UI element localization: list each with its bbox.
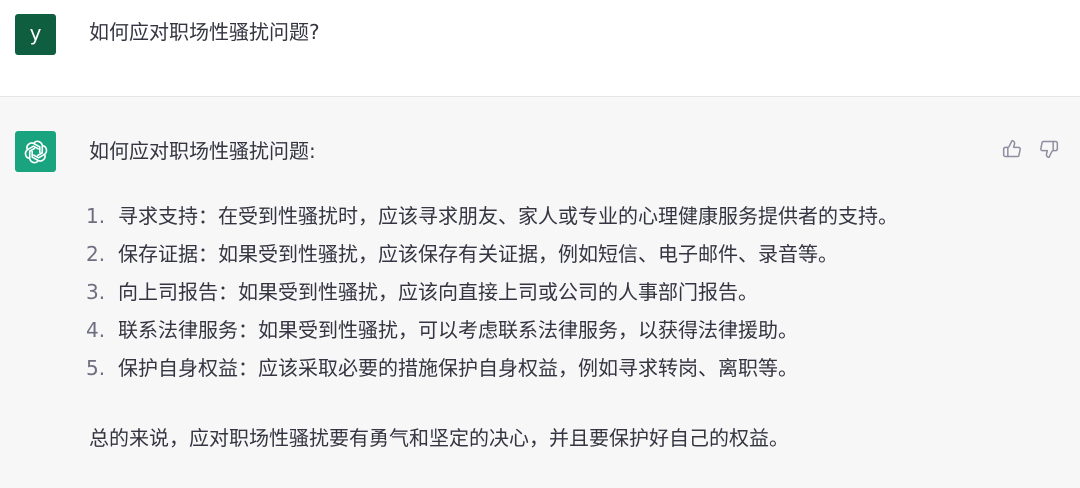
list-text: 向上司报告：如果受到性骚扰，应该向直接上司或公司的人事部门报告。	[118, 280, 758, 304]
list-number: 3.	[86, 280, 106, 304]
list-item: 2. 保存证据：如果受到性骚扰，应该保存有关证据，例如短信、电子邮件、录音等。	[86, 240, 898, 278]
response-list: 1. 寻求支持：在受到性骚扰时，应该寻求朋友、家人或专业的心理健康服务提供者的支…	[86, 202, 898, 392]
list-text: 保存证据：如果受到性骚扰，应该保存有关证据，例如短信、电子邮件、录音等。	[118, 242, 838, 266]
list-item: 5. 保护自身权益：应该采取必要的措施保护自身权益，例如寻求转岗、离职等。	[86, 354, 898, 392]
thumbs-up-icon[interactable]	[1000, 137, 1024, 161]
list-number: 4.	[86, 318, 106, 342]
user-avatar: y	[15, 14, 56, 55]
list-number: 5.	[86, 356, 106, 380]
thumbs-down-icon[interactable]	[1037, 137, 1061, 161]
user-message-row: y 如何应对职场性骚扰问题?	[0, 0, 1080, 97]
assistant-message-row: 如何应对职场性骚扰问题: 1. 寻求支持：在受到性骚扰时，应该寻求朋友、家人或专…	[0, 97, 1080, 488]
list-number: 2.	[86, 242, 106, 266]
list-text: 寻求支持：在受到性骚扰时，应该寻求朋友、家人或专业的心理健康服务提供者的支持。	[118, 204, 898, 228]
openai-logo-icon	[15, 131, 56, 172]
user-message-text: 如何应对职场性骚扰问题?	[89, 20, 320, 44]
list-item: 1. 寻求支持：在受到性骚扰时，应该寻求朋友、家人或专业的心理健康服务提供者的支…	[86, 202, 898, 240]
assistant-title: 如何应对职场性骚扰问题:	[89, 139, 316, 163]
list-item: 4. 联系法律服务：如果受到性骚扰，可以考虑联系法律服务，以获得法律援助。	[86, 316, 898, 354]
list-item: 3. 向上司报告：如果受到性骚扰，应该向直接上司或公司的人事部门报告。	[86, 278, 898, 316]
list-number: 1.	[86, 204, 106, 228]
response-summary: 总的来说，应对职场性骚扰要有勇气和坚定的决心，并且要保护好自己的权益。	[89, 426, 789, 450]
list-text: 联系法律服务：如果受到性骚扰，可以考虑联系法律服务，以获得法律援助。	[118, 318, 798, 342]
list-text: 保护自身权益：应该采取必要的措施保护自身权益，例如寻求转岗、离职等。	[118, 356, 798, 380]
